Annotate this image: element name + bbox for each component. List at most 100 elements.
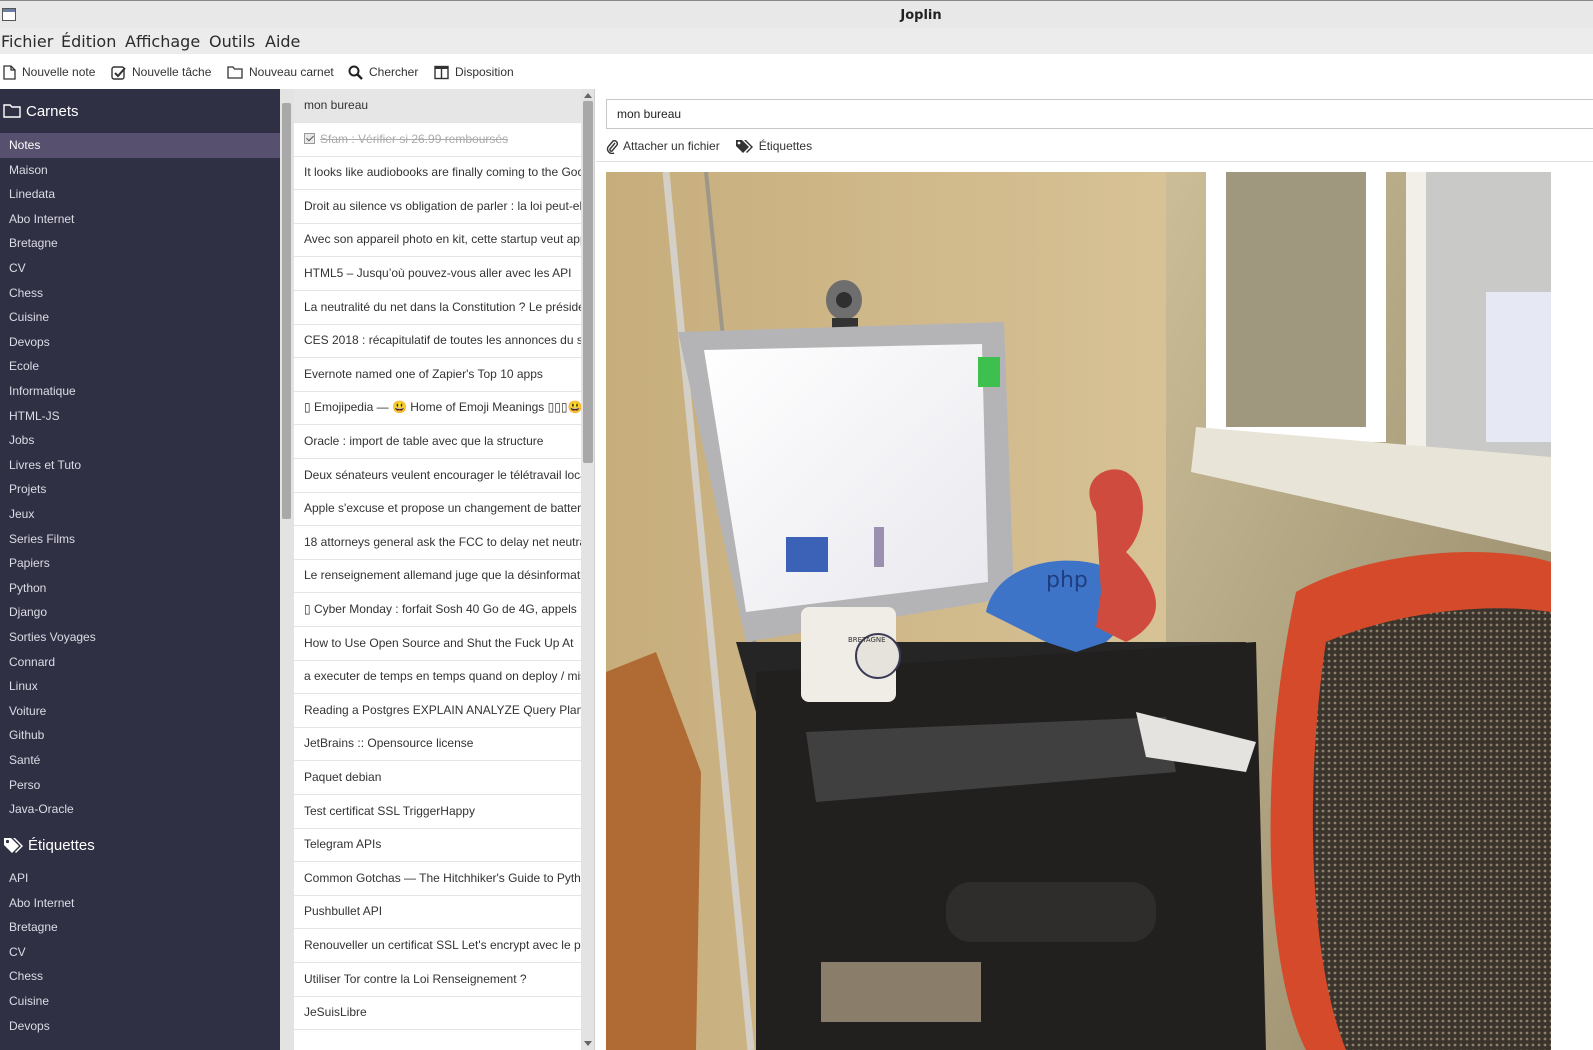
tags-button[interactable]: Étiquettes [735,139,812,154]
sidebar-tag-item[interactable]: Cuisine [0,989,280,1014]
note-list-item[interactable]: CES 2018 : récapitulatif de toutes les a… [294,324,581,359]
sidebar-tag-item[interactable]: Chess [0,964,280,989]
sidebar-tag-item[interactable]: CV [0,940,280,965]
note-title: Test certificat SSL TriggerHappy [304,803,475,818]
note-list-item[interactable]: How to Use Open Source and Shut the Fuck… [294,627,581,661]
note-list-item[interactable]: Deux sénateurs veulent encourager le tél… [294,459,581,493]
sidebar-scrollbar-thumb[interactable] [282,103,291,519]
note-list-item[interactable]: Paquet debian [294,761,581,795]
menu-aide[interactable]: Aide [265,32,300,51]
menu-edition[interactable]: Édition [61,32,116,51]
menu-fichier[interactable]: Fichier [1,32,53,51]
sidebar-notebook-item[interactable]: Java-Oracle [0,797,280,822]
note-list-item[interactable]: La neutralité du net dans la Constitutio… [294,291,581,325]
sidebar-notebook-item[interactable]: Sorties Voyages [0,625,280,650]
sidebar-notebook-item[interactable]: HTML-JS [0,404,280,429]
sidebar-notebook-item[interactable]: Ecole [0,354,280,379]
note-list-item[interactable]: Test certificat SSL TriggerHappy [294,795,581,829]
note-list-item[interactable]: JeSuisLibre [294,996,581,1031]
note-list-scrollbar[interactable] [581,89,595,1050]
sidebar-notebook-item[interactable]: Django [0,600,280,625]
note-list-item[interactable]: Apple s'excuse et propose un changement … [294,492,581,527]
sidebar-notebook-item[interactable]: Maison [0,158,280,183]
sidebar-notebook-item[interactable]: Bretagne [0,231,280,256]
menu-outils[interactable]: Outils [209,32,255,51]
menu-affichage[interactable]: Affichage [125,32,200,51]
search-button[interactable]: Chercher [348,64,418,80]
sidebar-notebook-item[interactable]: Projets [0,477,280,502]
sidebar-tag-item[interactable]: Devops [0,1014,280,1039]
sidebar-notebook-item[interactable]: Devops [0,330,280,355]
new-task-button[interactable]: Nouvelle tâche [111,64,211,80]
sidebar-notebook-item[interactable]: CV [0,256,280,281]
note-list-scrollbar-thumb[interactable] [583,101,593,463]
tags-header[interactable]: Étiquettes [3,833,95,857]
sidebar-notebook-item[interactable]: Linedata [0,182,280,207]
sidebar-notebook-item[interactable]: Abo Internet [0,207,280,232]
window-titlebar: Joplin [0,0,1593,28]
sidebar-notebook-item[interactable]: Jobs [0,428,280,453]
note-title: HTML5 – Jusqu’où pouvez-vous aller avec … [304,266,572,280]
note-title: Droit au silence vs obligation de parler… [304,198,581,213]
sidebar-notebook-item[interactable]: Papiers [0,551,280,576]
note-list-todo-item[interactable]: Sfam : Vérifier si 26.99 remboursés [294,123,581,157]
note-list-item[interactable]: Evernote named one of Zapier's Top 10 ap… [294,358,581,392]
sidebar-notebook-item[interactable]: Livres et Tuto [0,453,280,478]
menu-bar: Fichier Édition Affichage Outils Aide [0,28,1593,54]
sidebar-notebook-item[interactable]: Cuisine [0,305,280,330]
sidebar-notebook-item[interactable]: Connard [0,650,280,675]
new-notebook-button[interactable]: Nouveau carnet [227,64,334,80]
sidebar-notebook-item[interactable]: Python [0,576,280,601]
note-list: mon bureau Sfam : Vérifier si 26.99 rembo… [294,89,581,1050]
sidebar-notebook-item[interactable]: Series Films [0,527,280,552]
note-title: Avec son appareil photo en kit, cette st… [304,232,581,247]
note-title: Telegram APIs [304,837,382,852]
note-title: Oracle : import de table avec que la str… [304,434,544,448]
todo-checkbox[interactable] [304,132,315,144]
note-list-item[interactable]: Avec son appareil photo en kit, cette st… [294,223,581,258]
sidebar-notebook-item[interactable]: Informatique [0,379,280,404]
sidebar-tag-item[interactable]: Abo Internet [0,891,280,916]
sidebar-notebook-item[interactable]: Voiture [0,699,280,724]
sidebar-notebook-item[interactable]: Chess [0,281,280,306]
note-list-item[interactable]: Utiliser Tor contre la Loi Renseignement… [294,963,581,997]
note-title-input[interactable] [606,99,1593,129]
scroll-up-arrow-icon[interactable] [584,93,592,98]
note-list-item[interactable]: mon bureau [294,89,581,123]
scroll-down-arrow-icon[interactable] [584,1041,592,1046]
sidebar-notebook-item[interactable]: Github [0,723,280,748]
note-list-item[interactable]: 18 attorneys general ask the FCC to dela… [294,526,581,560]
note-list-item[interactable]: Droit au silence vs obligation de parler… [294,190,581,224]
editor-toolbar: Attacher un fichier Étiquettes [606,137,827,155]
note-list-item[interactable]: Le renseignement allemand juge que la dé… [294,559,581,594]
note-list-item[interactable]: It looks like audiobooks are finally com… [294,156,581,191]
sidebar-notebook-item[interactable]: Perso [0,773,280,798]
note-list-item[interactable]: Common Gotchas — The Hitchhiker's Guide … [294,862,581,896]
note-list-item[interactable]: Telegram APIs [294,828,581,863]
new-note-button[interactable]: Nouvelle note [3,64,95,80]
note-list-item[interactable]: HTML5 – Jusqu’où pouvez-vous aller avec … [294,257,581,291]
notebooks-header[interactable]: Carnets [3,99,79,123]
columns-icon [434,65,449,79]
note-title: ▯ Emojipedia — 😃 Home of Emoji Meanings … [304,400,581,415]
note-list-item[interactable]: Reading a Postgres EXPLAIN ANALYZE Query… [294,694,581,728]
note-list-item[interactable]: JetBrains :: Opensource license [294,727,581,762]
sidebar-tag-item[interactable]: API [0,866,280,891]
note-list-item[interactable]: ▯ Cyber Monday : forfait Sosh 40 Go de 4… [294,593,581,627]
note-list-item[interactable]: Oracle : import de table avec que la str… [294,425,581,459]
attach-file-button[interactable]: Attacher un fichier [606,139,720,154]
note-list-item[interactable]: ▯ Emojipedia — 😃 Home of Emoji Meanings … [294,391,581,426]
note-list-item[interactable]: Pushbullet API [294,895,581,930]
sidebar-notebook-item[interactable]: Jeux [0,502,280,527]
sidebar-notebook-item[interactable]: Notes [0,133,280,158]
sidebar-tag-item[interactable]: Bretagne [0,915,280,940]
tags-icon [735,139,753,153]
sidebar-scrollbar[interactable] [280,89,294,1050]
note-list-item[interactable]: a executer de temps en temps quand on de… [294,660,581,695]
search-icon [348,65,363,80]
sidebar-notebook-item[interactable]: Santé [0,748,280,773]
note-list-item[interactable]: Renouveller un certificat SSL Let's encr… [294,929,581,963]
sidebar-notebook-item[interactable]: Linux [0,674,280,699]
layout-button[interactable]: Disposition [434,64,514,80]
note-title: JetBrains :: Opensource license [304,736,474,751]
